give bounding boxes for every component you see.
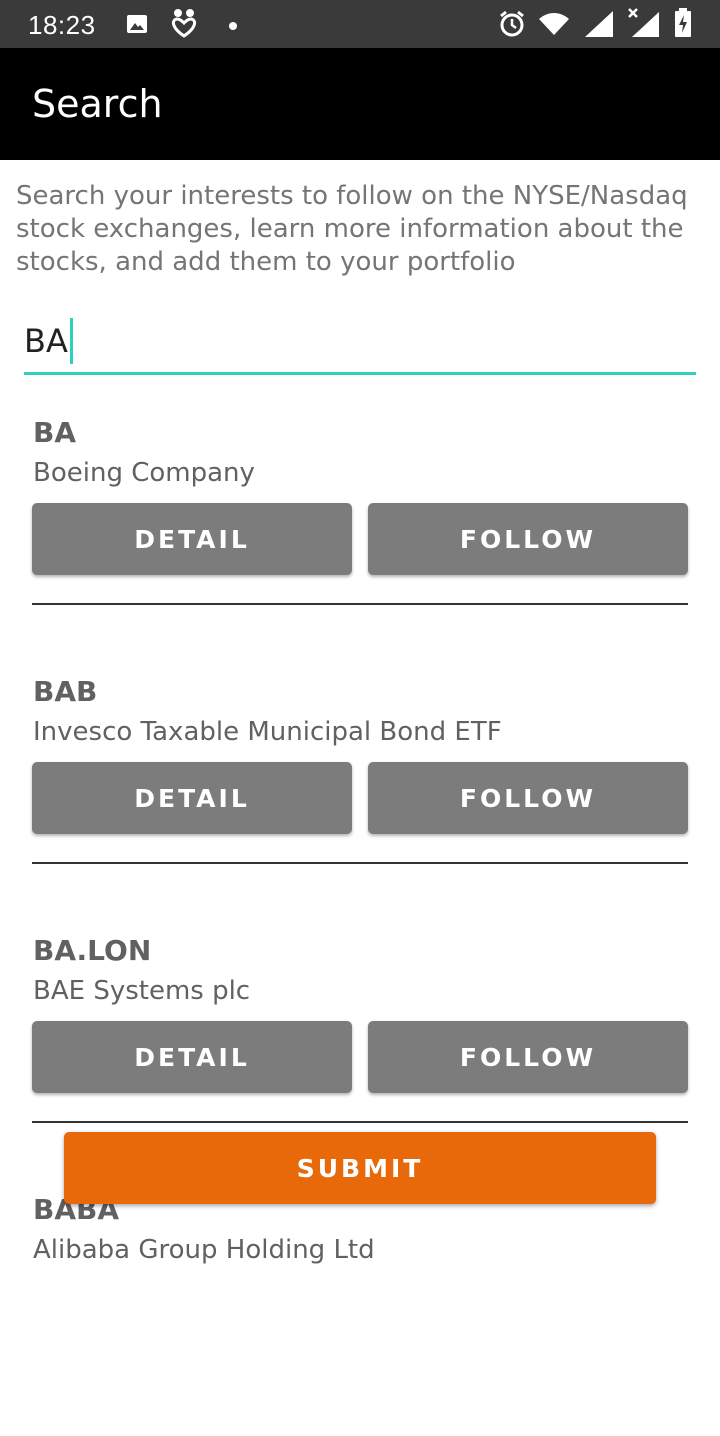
company-name: Boeing Company	[33, 458, 255, 488]
company-name: BAE Systems plc	[33, 976, 251, 1006]
detail-button[interactable]: DETAIL	[32, 762, 352, 834]
list-item: BAB Invesco Taxable Municipal Bond ETF D…	[0, 659, 720, 918]
submit-button[interactable]: SUBMIT	[64, 1132, 656, 1204]
search-field[interactable]	[24, 316, 696, 375]
divider	[32, 1121, 688, 1123]
text-cursor	[70, 318, 73, 364]
divider	[32, 603, 688, 605]
app-bar: Search	[0, 48, 720, 160]
dot-icon	[228, 18, 238, 36]
status-bar: 18:23	[0, 0, 720, 48]
status-time: 18:23	[28, 10, 96, 40]
stock-symbol: BAB	[33, 675, 98, 708]
list-item: BABA Alibaba Group Holding Ltd	[0, 1177, 720, 1436]
signal-x-icon	[626, 6, 660, 43]
follow-button[interactable]: FOLLOW	[368, 1021, 688, 1093]
battery-icon	[674, 8, 692, 43]
signal-icon	[584, 10, 614, 43]
follow-button[interactable]: FOLLOW	[368, 762, 688, 834]
search-input[interactable]	[24, 316, 696, 366]
search-description: Search your interests to follow on the N…	[16, 181, 688, 277]
heart-app-icon	[170, 8, 198, 43]
list-item: BA Boeing Company DETAIL FOLLOW	[0, 400, 720, 659]
stock-symbol: BA	[33, 416, 77, 449]
follow-button[interactable]: FOLLOW	[368, 503, 688, 575]
detail-button[interactable]: DETAIL	[32, 1021, 352, 1093]
image-icon	[125, 12, 149, 41]
results-list[interactable]: BA Boeing Company DETAIL FOLLOW BAB Inve…	[0, 400, 720, 1436]
stock-symbol: BA.LON	[33, 934, 152, 967]
alarm-icon	[498, 10, 526, 43]
divider	[32, 862, 688, 864]
company-name: Alibaba Group Holding Ltd	[33, 1235, 375, 1265]
page-title: Search	[32, 82, 163, 126]
wifi-icon	[538, 12, 570, 41]
detail-button[interactable]: DETAIL	[32, 503, 352, 575]
company-name: Invesco Taxable Municipal Bond ETF	[33, 717, 502, 747]
